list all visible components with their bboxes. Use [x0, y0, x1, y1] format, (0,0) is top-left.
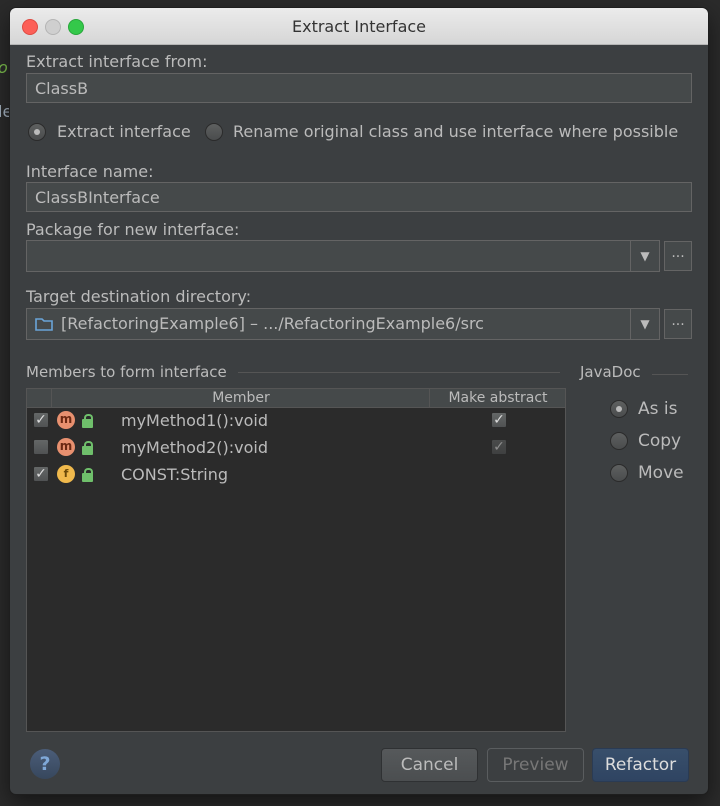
members-table-header: Member Make abstract: [27, 389, 565, 408]
column-header-make-abstract[interactable]: Make abstract: [429, 389, 566, 407]
field-icon: f: [57, 465, 75, 483]
target-directory-value: [RefactoringExample6] – .../RefactoringE…: [61, 314, 484, 333]
target-directory-label: Target destination directory:: [26, 287, 252, 306]
radio-selected-icon[interactable]: [610, 400, 628, 418]
radio-unselected-icon[interactable]: [205, 123, 223, 141]
mode-option-extract-label: Extract interface: [57, 122, 191, 141]
dialog-title: Extract Interface: [291, 17, 427, 36]
column-header-member[interactable]: Member: [51, 389, 430, 407]
radio-unselected-icon[interactable]: [610, 464, 628, 482]
package-label: Package for new interface:: [26, 220, 240, 239]
table-row[interactable]: ✓ m myMethod1():void ✓: [27, 408, 565, 435]
member-name: myMethod1():void: [121, 411, 268, 430]
method-icon: m: [57, 438, 75, 456]
package-browse-button[interactable]: ...: [664, 241, 692, 271]
public-lock-icon: [82, 441, 93, 455]
interface-name-label: Interface name:: [26, 162, 154, 181]
chevron-down-icon[interactable]: ▼: [630, 309, 659, 339]
extract-interface-dialog: Extract Interface Extract interface from…: [10, 8, 708, 794]
package-combo[interactable]: ▼: [26, 240, 660, 272]
radio-unselected-icon[interactable]: [610, 432, 628, 450]
make-abstract-checkbox[interactable]: ✓: [491, 439, 507, 455]
member-name: CONST:String: [121, 465, 229, 484]
members-separator: [238, 372, 560, 373]
make-abstract-checkbox[interactable]: ✓: [491, 412, 507, 428]
target-directory-combo[interactable]: [RefactoringExample6] – .../RefactoringE…: [26, 308, 660, 340]
help-button[interactable]: ?: [30, 749, 60, 779]
table-row[interactable]: m myMethod2():void ✓: [27, 435, 565, 462]
extract-from-field[interactable]: ClassB: [26, 73, 692, 103]
cancel-button[interactable]: Cancel: [381, 748, 478, 782]
javadoc-option-move-label: Move: [638, 463, 684, 483]
public-lock-icon: [82, 468, 93, 482]
extract-from-label: Extract interface from:: [26, 52, 208, 71]
mode-option-rename-label: Rename original class and use interface …: [233, 122, 679, 141]
interface-name-input[interactable]: ClassBInterface: [26, 182, 692, 212]
javadoc-separator: [652, 374, 688, 375]
members-section-title: Members to form interface: [26, 363, 227, 381]
member-include-checkbox[interactable]: ✓: [33, 466, 49, 482]
members-table[interactable]: Member Make abstract ✓ m myMethod1():voi…: [26, 388, 566, 732]
target-browse-button[interactable]: ...: [664, 309, 692, 339]
chevron-down-icon[interactable]: ▼: [630, 241, 659, 271]
javadoc-section-title: JavaDoc: [580, 363, 641, 381]
refactor-button[interactable]: Refactor: [592, 748, 689, 782]
preview-button[interactable]: Preview: [487, 748, 584, 782]
table-row[interactable]: ✓ f CONST:String: [27, 462, 565, 489]
javadoc-option-as-is-label: As is: [638, 399, 678, 419]
radio-selected-icon[interactable]: [28, 123, 46, 141]
title-bar: Extract Interface: [10, 8, 708, 45]
javadoc-option-copy-label: Copy: [638, 431, 682, 451]
method-icon: m: [57, 411, 75, 429]
editor-glyph-o: o: [0, 58, 8, 77]
member-name: myMethod2():void: [121, 438, 268, 457]
member-include-checkbox[interactable]: [33, 439, 49, 455]
member-include-checkbox[interactable]: ✓: [33, 412, 49, 428]
folder-icon: [35, 318, 53, 331]
public-lock-icon: [82, 414, 93, 428]
